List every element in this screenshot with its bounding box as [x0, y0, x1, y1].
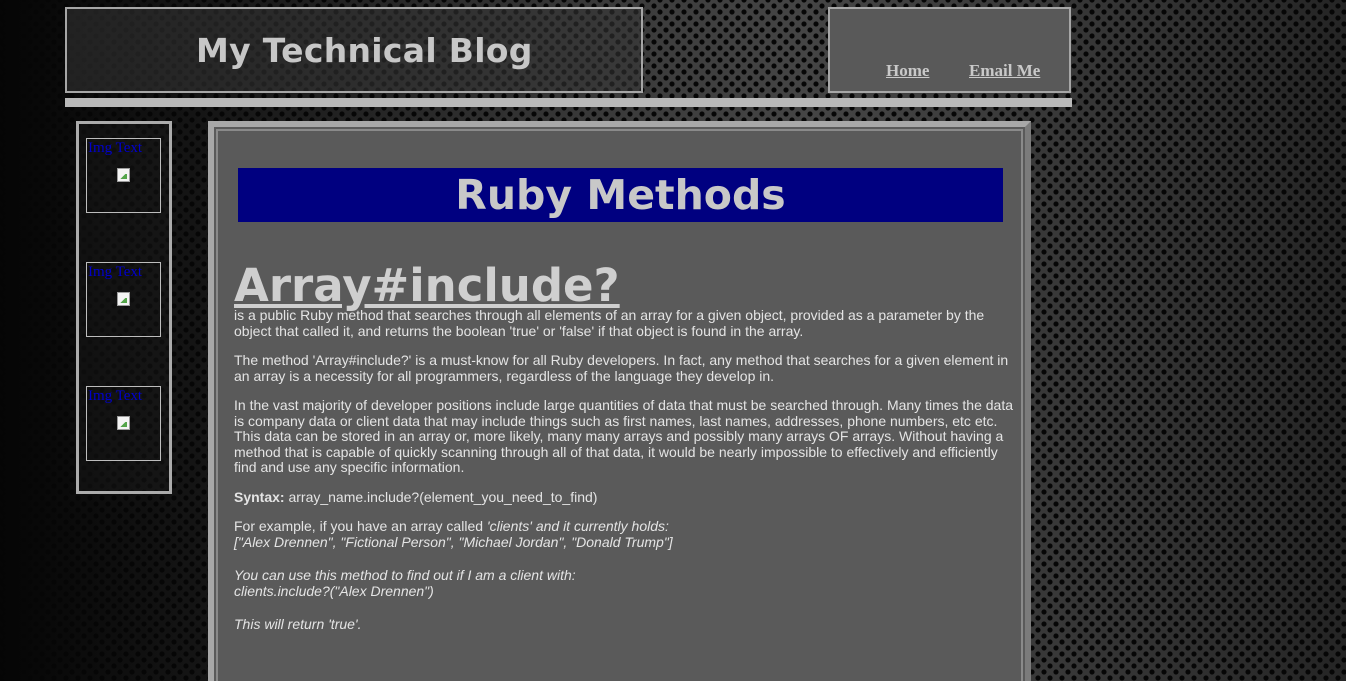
- top-nav: Home Email Me: [828, 7, 1071, 93]
- nav-home-link[interactable]: Home: [886, 61, 929, 81]
- example-array: ["Alex Drennen", "Fictional Person", "Mi…: [234, 533, 673, 550]
- sidebar-image-2: Img Text: [86, 262, 161, 337]
- header-divider: [65, 98, 1072, 107]
- example-italic: 'clients' and it currently holds:: [486, 518, 669, 534]
- syntax-code: array_name.include?(element_you_need_to_…: [284, 488, 598, 505]
- section-banner: Ruby Methods: [238, 168, 1003, 222]
- image-alt-text: Img Text: [88, 388, 143, 404]
- broken-image-icon: [117, 416, 130, 430]
- article-paragraph: In the vast majority of developer positi…: [234, 397, 1014, 475]
- broken-image-icon: [117, 292, 130, 306]
- example-block: For example, if you have an array called…: [234, 518, 1014, 550]
- main-content: Ruby Methods Array#include? is a public …: [208, 121, 1031, 681]
- usage-block: You can use this method to find out if I…: [234, 567, 1014, 599]
- site-title: My Technical Blog: [196, 31, 533, 70]
- article-title: Array#include?: [234, 259, 620, 312]
- sidebar-image-1: Img Text: [86, 138, 161, 213]
- article-paragraph: The method 'Array#include?' is a must-kn…: [234, 352, 1009, 384]
- example-prefix: For example, if you have an array called: [234, 518, 487, 534]
- article-intro: is a public Ruby method that searches th…: [234, 307, 985, 339]
- usage-line-2: clients.include?("Alex Drennen"): [234, 582, 434, 599]
- image-alt-text: Img Text: [88, 264, 143, 280]
- section-title: Ruby Methods: [455, 171, 786, 219]
- broken-image-icon: [117, 168, 130, 182]
- result-line: This will return 'true'.: [234, 616, 362, 632]
- article: Array#include? is a public Ruby method t…: [234, 260, 1014, 647]
- usage-line-1: You can use this method to find out if I…: [234, 567, 576, 583]
- image-alt-text: Img Text: [88, 140, 143, 156]
- sidebar-image-3: Img Text: [86, 386, 161, 461]
- nav-email-link[interactable]: Email Me: [969, 61, 1040, 81]
- sidebar: Img Text Img Text Img Text: [76, 121, 172, 494]
- syntax-line: Syntax: array_name.include?(element_you_…: [234, 488, 1014, 506]
- blog-header: My Technical Blog: [65, 7, 643, 93]
- syntax-label: Syntax:: [234, 488, 285, 505]
